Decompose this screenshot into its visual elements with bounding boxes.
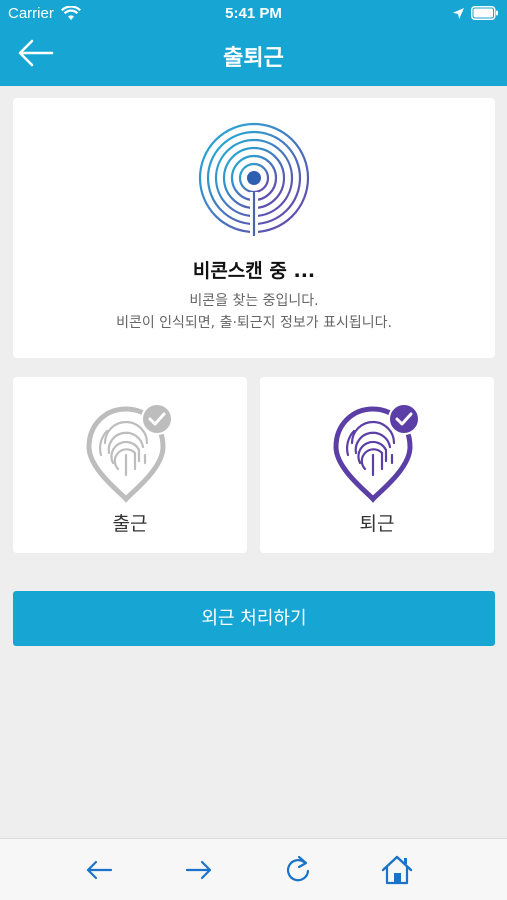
check-in-card[interactable]: 출근: [13, 377, 247, 553]
beacon-desc-line2: 비콘이 인식되면, 출·퇴근지 정보가 표시됩니다.: [116, 315, 392, 331]
clock: 5:41 PM: [225, 5, 282, 22]
top-bar: Carrier 5:41 PM 출퇴근: [0, 0, 507, 86]
bottom-toolbar: [0, 838, 507, 900]
check-out-label: 퇴근: [359, 513, 395, 535]
beacon-scan-description: 비콘을 찾는 중입니다. 비콘이 인식되면, 출·퇴근지 정보가 표시됩니다.: [13, 290, 495, 334]
fingerprint-pin-check-icon: [333, 403, 420, 503]
battery-icon: [471, 6, 498, 20]
beacon-signal-icon: [198, 122, 310, 236]
check-out-card[interactable]: 퇴근: [260, 377, 494, 553]
beacon-scan-title: 비콘스캔 중 ...: [192, 260, 316, 282]
page-title: 출퇴근: [223, 46, 284, 71]
check-in-label: 출근: [112, 513, 148, 535]
beacon-desc-line1: 비콘을 찾는 중입니다.: [189, 293, 319, 309]
beacon-scan-card: 비콘스캔 중 ... 비콘을 찾는 중입니다. 비콘이 인식되면, 출·퇴근지 …: [13, 98, 495, 358]
home-icon[interactable]: [380, 853, 414, 887]
fingerprint-pin-check-icon: [86, 403, 173, 503]
status-bar: Carrier 5:41 PM: [0, 0, 507, 28]
back-icon[interactable]: [82, 853, 116, 887]
location-arrow-icon: [453, 8, 464, 19]
outside-work-button[interactable]: 외근 처리하기: [13, 591, 495, 646]
forward-icon[interactable]: [182, 853, 216, 887]
refresh-icon[interactable]: [281, 853, 315, 887]
